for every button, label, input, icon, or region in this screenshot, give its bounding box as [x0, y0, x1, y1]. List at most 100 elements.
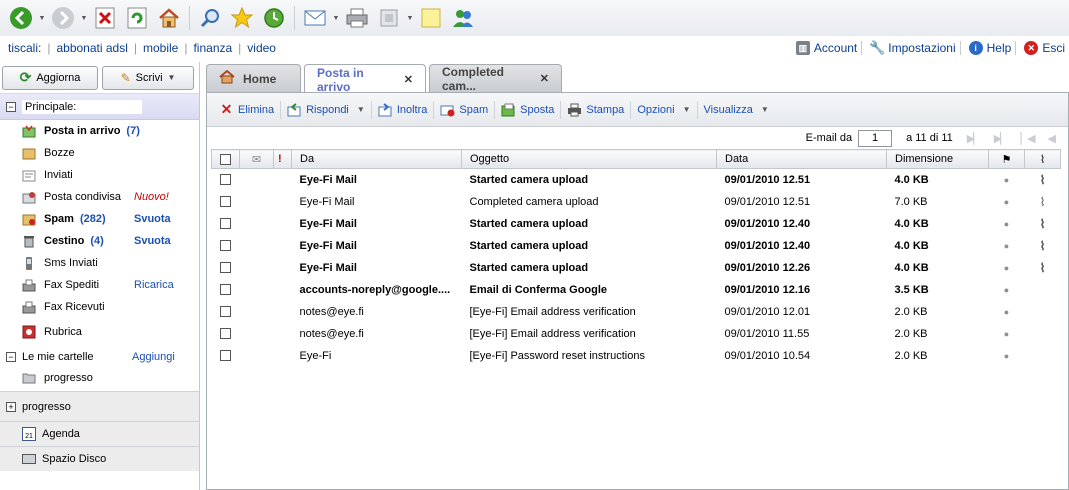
flag-dot-icon[interactable]: ● — [1004, 307, 1009, 317]
search-button[interactable] — [195, 3, 225, 33]
link-abbonati-adsl[interactable]: abbonati adsl — [56, 41, 127, 55]
first-page-icon[interactable]: ▏◀ — [1021, 132, 1036, 145]
row-checkbox[interactable] — [219, 262, 231, 274]
history-button[interactable] — [259, 3, 289, 33]
sidebar-item-rubrica[interactable]: Rubrica — [0, 318, 199, 346]
move-button[interactable]: Sposta — [494, 100, 560, 119]
sender[interactable]: Eye-Fi Mail — [292, 191, 462, 213]
sidebar-item-fax-spediti[interactable]: Fax Spediti Ricarica — [0, 274, 199, 296]
next-page-icon[interactable]: ▶▏ — [967, 132, 982, 145]
table-row[interactable]: Eye-Fi Mail Completed camera upload 09/01/… — [212, 191, 1061, 213]
priority-header[interactable]: ! — [273, 149, 292, 169]
row-select-cell[interactable] — [212, 213, 240, 235]
forward-mail-button[interactable]: Inoltra — [370, 100, 434, 119]
flag-cell[interactable]: ● — [989, 213, 1025, 235]
column-from[interactable]: Da — [291, 149, 462, 169]
sender[interactable]: notes@eye.fi — [292, 323, 462, 345]
column-date[interactable]: Data — [716, 149, 887, 169]
table-row[interactable]: Eye-Fi Mail Started camera upload 09/01/20… — [212, 235, 1061, 257]
account-link[interactable]: ▥ Account — [788, 41, 857, 55]
row-select-cell[interactable] — [212, 279, 240, 301]
my-folders-header[interactable]: − Le mie cartelle Aggiungi — [0, 346, 199, 368]
view-menu[interactable]: Visualizza ▼ — [696, 100, 775, 119]
subject[interactable]: Started camera upload — [462, 169, 717, 191]
table-row[interactable]: Eye-Fi [Eye-Fi] Password reset instructio… — [212, 345, 1061, 367]
flag-dot-icon[interactable]: ● — [1004, 329, 1009, 339]
table-row[interactable]: accounts-noreply@google.... Email di Conf… — [212, 279, 1061, 301]
subject[interactable]: [Eye-Fi] Password reset instructions — [462, 345, 717, 367]
flag-dot-icon[interactable]: ● — [1004, 351, 1009, 361]
column-size[interactable]: Dimensione — [886, 149, 989, 169]
row-select-cell[interactable] — [212, 323, 240, 345]
mail-button[interactable] — [300, 3, 330, 33]
mail-dropdown[interactable]: ▼ — [332, 3, 340, 33]
exit-link[interactable]: ✕ Esci — [1015, 41, 1065, 55]
flag-cell[interactable]: ● — [989, 279, 1025, 301]
link-mobile[interactable]: mobile — [143, 41, 178, 55]
flag-cell[interactable]: ● — [989, 235, 1025, 257]
page-start-input[interactable] — [858, 129, 893, 147]
notes-button[interactable] — [416, 3, 446, 33]
flag-dot-icon[interactable]: ● — [1004, 175, 1009, 185]
flag-dot-icon[interactable]: ● — [1004, 219, 1009, 229]
chevron-down-icon[interactable]: ▼ — [357, 105, 365, 114]
link-finanza[interactable]: finanza — [193, 41, 232, 55]
subject[interactable]: [Eye-Fi] Email address verification — [462, 323, 717, 345]
flag-cell[interactable]: ● — [989, 191, 1025, 213]
sidebar-item-posta-in-arrivo[interactable]: Posta in arrivo (7) — [0, 120, 199, 142]
print-mail-button[interactable]: Stampa — [560, 100, 630, 119]
section-spazio-disco[interactable]: Spazio Disco — [0, 446, 199, 471]
flag-cell[interactable]: ● — [989, 345, 1025, 367]
tab-completed-camera[interactable]: Completed cam... ✕ — [429, 64, 562, 93]
column-subject[interactable]: Oggetto — [461, 149, 717, 169]
edit-dropdown[interactable]: ▼ — [406, 3, 414, 33]
flag-cell[interactable]: ● — [989, 257, 1025, 279]
row-select-cell[interactable] — [212, 169, 240, 191]
stop-button[interactable] — [90, 3, 120, 33]
table-row[interactable]: Eye-Fi Mail Started camera upload 09/01/20… — [212, 213, 1061, 235]
sender[interactable]: Eye-Fi Mail — [292, 257, 462, 279]
table-row[interactable]: Eye-Fi Mail Started camera upload 09/01/20… — [212, 257, 1061, 279]
print-button[interactable] — [342, 3, 372, 33]
row-select-cell[interactable] — [212, 257, 240, 279]
sender[interactable]: Eye-Fi Mail — [292, 213, 462, 235]
section-progresso[interactable]: + progresso — [0, 391, 199, 421]
sender[interactable]: Eye-Fi — [292, 345, 462, 367]
row-select-cell[interactable] — [212, 301, 240, 323]
link-tiscali[interactable]: tiscali: — [8, 41, 41, 55]
prev-page-icon[interactable]: ◀ — [1048, 132, 1057, 145]
flag-dot-icon[interactable]: ● — [1004, 241, 1009, 251]
sidebar-item-spam[interactable]: Spam (282) Svuota — [0, 208, 199, 230]
last-page-icon[interactable]: ▶▏ — [994, 132, 1009, 145]
home-button[interactable] — [154, 3, 184, 33]
row-checkbox[interactable] — [219, 306, 231, 318]
sidebar-item-bozze[interactable]: Bozze — [0, 142, 199, 164]
subject[interactable]: Completed camera upload — [462, 191, 717, 213]
section-principale[interactable]: − Principale: — [0, 94, 199, 120]
empty-trash-link[interactable]: Svuota — [134, 235, 171, 247]
attachment-header[interactable]: ⌇ — [1024, 149, 1061, 169]
flag-dot-icon[interactable]: ● — [1004, 263, 1009, 273]
reload-button[interactable] — [122, 3, 152, 33]
table-row[interactable]: Eye-Fi Mail Started camera upload 09/01/20… — [212, 169, 1061, 191]
reply-button[interactable]: Rispondi ▼ — [280, 100, 371, 119]
forward-button[interactable] — [48, 3, 78, 33]
row-select-cell[interactable] — [212, 235, 240, 257]
help-link[interactable]: i Help — [959, 41, 1011, 55]
back-button[interactable] — [6, 3, 36, 33]
sidebar-item-progresso[interactable]: progresso — [0, 368, 199, 388]
back-dropdown[interactable]: ▼ — [38, 3, 46, 33]
flag-cell[interactable]: ● — [989, 301, 1025, 323]
row-checkbox[interactable] — [219, 328, 231, 340]
subject[interactable]: Started camera upload — [462, 235, 717, 257]
row-checkbox[interactable] — [219, 218, 231, 230]
sender[interactable]: notes@eye.fi — [292, 301, 462, 323]
delete-button[interactable]: ✕ Elimina — [213, 101, 280, 119]
row-checkbox[interactable] — [219, 196, 231, 208]
sidebar-item-sms-inviati[interactable]: Sms Inviati — [0, 252, 199, 274]
row-checkbox[interactable] — [219, 240, 231, 252]
close-icon[interactable]: ✕ — [540, 72, 549, 85]
select-all-header[interactable] — [211, 149, 240, 169]
recharge-link[interactable]: Ricarica — [134, 279, 174, 291]
flag-header[interactable]: ⚑ — [988, 149, 1025, 169]
